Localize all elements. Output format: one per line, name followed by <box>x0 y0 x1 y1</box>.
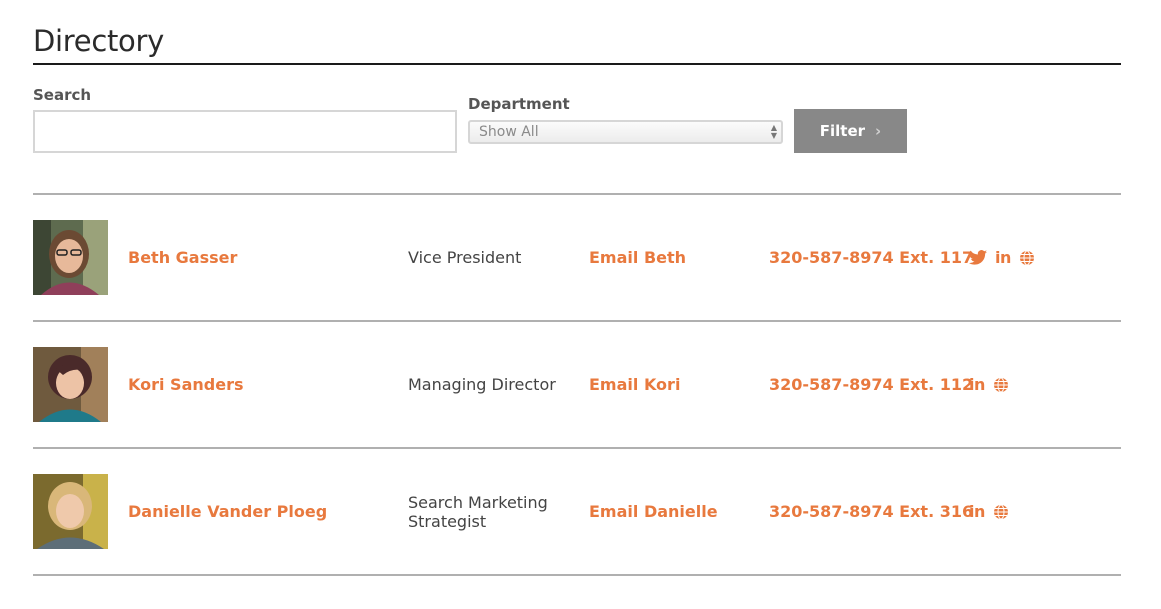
department-select[interactable]: Show All ▲ ▼ <box>468 120 783 144</box>
department-selected-value: Show All <box>479 124 539 140</box>
avatar <box>33 220 108 295</box>
directory-row: Danielle Vander Ploeg Search Marketing S… <box>33 474 1121 549</box>
linkedin-icon[interactable]: in <box>995 248 1011 267</box>
twitter-icon[interactable] <box>969 250 987 265</box>
title-divider <box>33 63 1121 65</box>
person-name-link[interactable]: Danielle Vander Ploeg <box>128 474 327 549</box>
phone-link[interactable]: 320-587-8974 Ext. 112 <box>769 347 973 422</box>
social-links: in <box>969 220 1035 295</box>
email-link[interactable]: Email Danielle <box>589 474 718 549</box>
linkedin-icon[interactable]: in <box>969 502 985 521</box>
person-name-link[interactable]: Beth Gasser <box>128 220 237 295</box>
filter-button[interactable]: Filter › <box>794 109 907 153</box>
globe-icon[interactable] <box>1019 250 1035 266</box>
email-link[interactable]: Email Beth <box>589 220 686 295</box>
email-link[interactable]: Email Kori <box>589 347 680 422</box>
social-links: in <box>969 474 1009 549</box>
directory-row: Kori Sanders Managing Director Email Kor… <box>33 347 1121 422</box>
globe-icon[interactable] <box>993 504 1009 520</box>
chevron-right-icon: › <box>875 122 882 140</box>
social-links: in <box>969 347 1009 422</box>
filter-button-label: Filter <box>819 122 866 140</box>
department-label: Department <box>468 95 570 113</box>
directory-row: Beth Gasser Vice President Email Beth 32… <box>33 220 1121 295</box>
person-name-link[interactable]: Kori Sanders <box>128 347 243 422</box>
select-arrows-icon: ▲ ▼ <box>770 123 777 140</box>
phone-link[interactable]: 320-587-8974 Ext. 117 <box>769 220 973 295</box>
divider <box>33 320 1121 322</box>
avatar <box>33 474 108 549</box>
divider <box>33 193 1121 195</box>
search-input[interactable] <box>33 110 457 153</box>
search-label: Search <box>33 86 92 104</box>
person-title: Vice President <box>408 248 522 267</box>
avatar <box>33 347 108 422</box>
page-title: Directory <box>33 24 164 58</box>
person-title: Search Marketing Strategist <box>408 492 548 531</box>
divider <box>33 447 1121 449</box>
person-title: Managing Director <box>408 375 556 394</box>
divider <box>33 574 1121 576</box>
linkedin-icon[interactable]: in <box>969 375 985 394</box>
phone-link[interactable]: 320-587-8974 Ext. 316 <box>769 474 973 549</box>
globe-icon[interactable] <box>993 377 1009 393</box>
